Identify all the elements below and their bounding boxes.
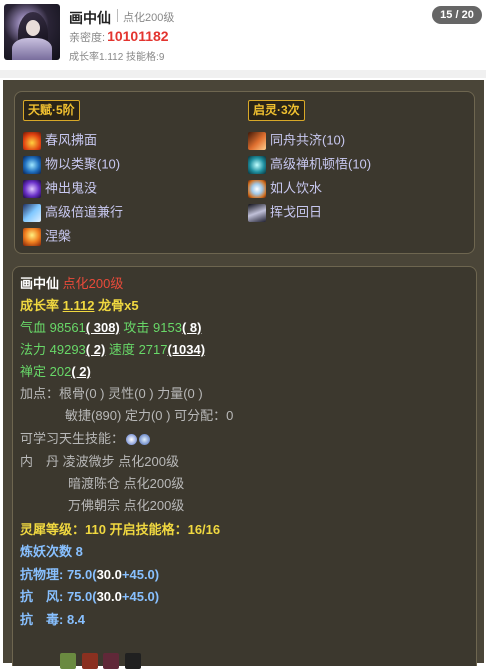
points-row: 加点：根骨(0 ) 灵性(0 ) 力量(0 ) [20, 386, 203, 401]
talent-item[interactable]: 春风拂面 [23, 130, 97, 150]
growth-row: 成长率 1.112 龙骨x5 [20, 298, 139, 313]
growth-skill-slots: 成长率1.112 技能格:9 [69, 52, 165, 63]
focus-row: 禅定 202( 2) [20, 364, 91, 379]
talent-box: 天赋·5阶 启灵·3次 春风拂面 物以类聚(10) 神出鬼没 高级倍道兼行 涅槃… [14, 91, 475, 254]
mp-speed-row: 法力 49293( 2) 速度 2717(1034) [20, 342, 206, 357]
talent-item[interactable]: 物以类聚(10) [23, 154, 120, 174]
talent-title: 天赋·5阶 [23, 100, 80, 121]
equipment-icon[interactable] [124, 652, 141, 669]
soul-level-row: 灵犀等级：110 开启技能格：16/16 [20, 522, 221, 537]
pet-detail-panel: 天赋·5阶 启灵·3次 春风拂面 物以类聚(10) 神出鬼没 高级倍道兼行 涅槃… [3, 80, 484, 669]
intimacy-value: 10101182 [107, 28, 169, 44]
neidan-item: 万佛朝宗 点化200级 [68, 498, 185, 513]
water-orb-icon [23, 155, 41, 174]
spear-sun-icon [248, 203, 266, 222]
skill-orb-icon[interactable] [139, 434, 151, 446]
pet-level: 点化200级 [123, 12, 175, 24]
resist-wind-row: 抗 风: 75.0(30.0+45.0) [20, 589, 160, 604]
page-counter-badge: 15 / 20 [432, 6, 482, 24]
talent-item[interactable]: 涅槃 [23, 226, 71, 246]
zen-rune-icon [248, 155, 266, 174]
fire-palm-icon [23, 131, 41, 150]
equipment-icon[interactable] [103, 652, 120, 669]
phoenix-fire-icon [23, 227, 41, 246]
ghost-rune-icon [23, 179, 41, 198]
refine-count-row: 炼妖次数 8 [20, 544, 83, 559]
pet-name: 画中仙 [69, 10, 111, 26]
skill-orb-icon[interactable] [126, 434, 138, 446]
name-divider [117, 9, 118, 22]
neidan-row: 内 丹 凌波微步 点化200级 [20, 454, 179, 469]
detail-name-row: 画中仙 点化200级 [20, 276, 124, 291]
talent-item[interactable]: 神出鬼没 [23, 178, 97, 198]
swift-wind-icon [23, 203, 41, 222]
intimacy-row: 亲密度: 10101182 [69, 28, 169, 45]
resist-poison-row: 抗 毒: 8.4 [20, 612, 86, 627]
equipment-row [20, 651, 141, 669]
header-divider [0, 70, 486, 78]
awaken-item[interactable]: 同舟共济(10) [248, 130, 345, 150]
points-row-2: 敏捷(890) 定力(0 ) 可分配：0 [65, 408, 234, 423]
awaken-item[interactable]: 如人饮水 [248, 178, 322, 198]
learnable-skills-row: 可学习天生技能： [20, 430, 151, 448]
neidan-item: 暗渡陈仓 点化200级 [68, 476, 185, 491]
intimacy-label: 亲密度: [69, 32, 106, 44]
talent-item[interactable]: 高级倍道兼行 [23, 202, 123, 222]
pet-avatar[interactable] [4, 4, 60, 60]
awaken-item[interactable]: 高级禅机顿悟(10) [248, 154, 371, 174]
resist-physical-row: 抗物理: 75.0(30.0+45.0) [20, 567, 160, 582]
equipment-icon[interactable] [60, 652, 76, 669]
equipment-icon[interactable] [81, 652, 98, 669]
awaken-title: 启灵·3次 [248, 100, 305, 121]
pet-header: 画中仙 点化200级 亲密度: 10101182 成长率1.112 技能格:9 1… [0, 0, 486, 70]
boat-strike-icon [248, 131, 266, 150]
hp-attack-row: 气血 98561( 308) 攻击 9153( 8) [20, 320, 202, 335]
drinking-water-icon [248, 179, 266, 198]
awaken-item[interactable]: 挥戈回日 [248, 202, 322, 222]
attribute-box: 画中仙 点化200级 成长率 1.112 龙骨x5 气血 98561( 308)… [12, 266, 477, 669]
